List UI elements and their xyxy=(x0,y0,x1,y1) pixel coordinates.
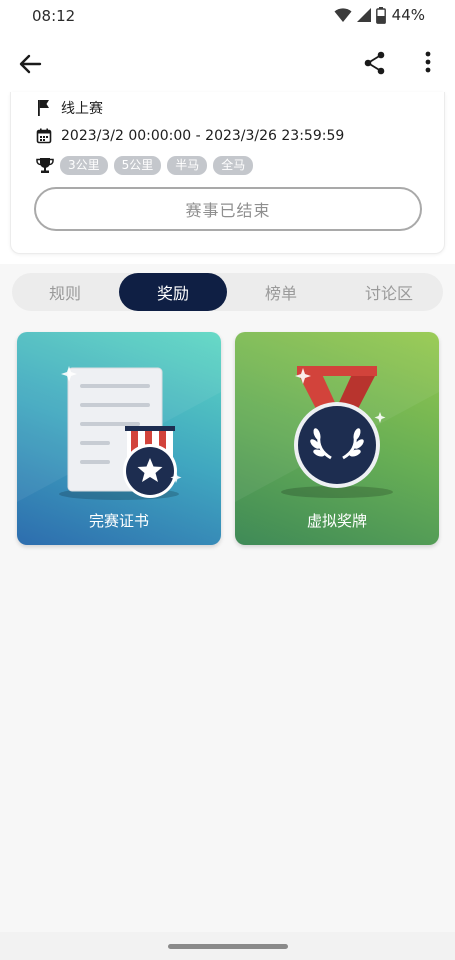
back-button[interactable] xyxy=(16,50,44,78)
certificate-title: 完赛证书 xyxy=(88,512,149,530)
event-date-range: 2023/3/2 00:00:00 - 2023/3/26 23:59:59 xyxy=(61,128,345,144)
share-icon xyxy=(364,51,385,75)
event-distance-row: 3公里 5公里 半马 全马 xyxy=(36,156,254,175)
app-bar xyxy=(0,32,455,92)
arrow-left-icon xyxy=(19,54,42,74)
more-vert-icon xyxy=(425,51,431,73)
battery-icon xyxy=(375,6,386,24)
calendar-icon xyxy=(36,128,52,144)
flag-icon xyxy=(38,100,49,116)
share-button[interactable] xyxy=(362,50,388,76)
event-header: 线上赛 2023/3/2 00:00:00 - 2023/3/26 23:59:… xyxy=(0,92,455,264)
tab-leaderboard[interactable]: 榜单 xyxy=(228,273,334,311)
home-gesture-handle[interactable] xyxy=(168,944,288,949)
status-icons: 44% xyxy=(334,6,425,24)
event-date-row: 2023/3/2 00:00:00 - 2023/3/26 23:59:59 xyxy=(36,128,344,144)
distance-tag: 半马 xyxy=(167,156,208,175)
event-type-row: 线上赛 xyxy=(36,98,103,118)
signal-icon xyxy=(356,8,371,22)
tab-bar: 规则 奖励 榜单 讨论区 xyxy=(12,273,443,311)
event-ended-button[interactable]: 赛事已结束 xyxy=(34,187,422,231)
battery-percent: 44% xyxy=(391,6,425,24)
distance-tag: 5公里 xyxy=(113,156,162,175)
medal-card[interactable]: 虚拟奖牌 xyxy=(235,332,439,545)
event-type: 线上赛 xyxy=(61,101,103,117)
tab-awards[interactable]: 奖励 xyxy=(119,273,227,311)
certificate-card[interactable]: 完赛证书 xyxy=(17,332,221,545)
status-bar: 08:12 44% xyxy=(0,0,455,32)
trophy-icon xyxy=(36,158,54,173)
tab-discussion[interactable]: 讨论区 xyxy=(335,273,443,311)
distance-tag: 全马 xyxy=(213,156,254,175)
status-time: 08:12 xyxy=(32,7,76,25)
event-info-card: 线上赛 2023/3/2 00:00:00 - 2023/3/26 23:59:… xyxy=(10,92,445,254)
more-options-button[interactable] xyxy=(416,50,440,76)
wifi-icon xyxy=(334,8,352,22)
distance-tag: 3公里 xyxy=(60,156,108,175)
tab-rules[interactable]: 规则 xyxy=(12,273,118,311)
medal-title: 虚拟奖牌 xyxy=(306,512,367,530)
